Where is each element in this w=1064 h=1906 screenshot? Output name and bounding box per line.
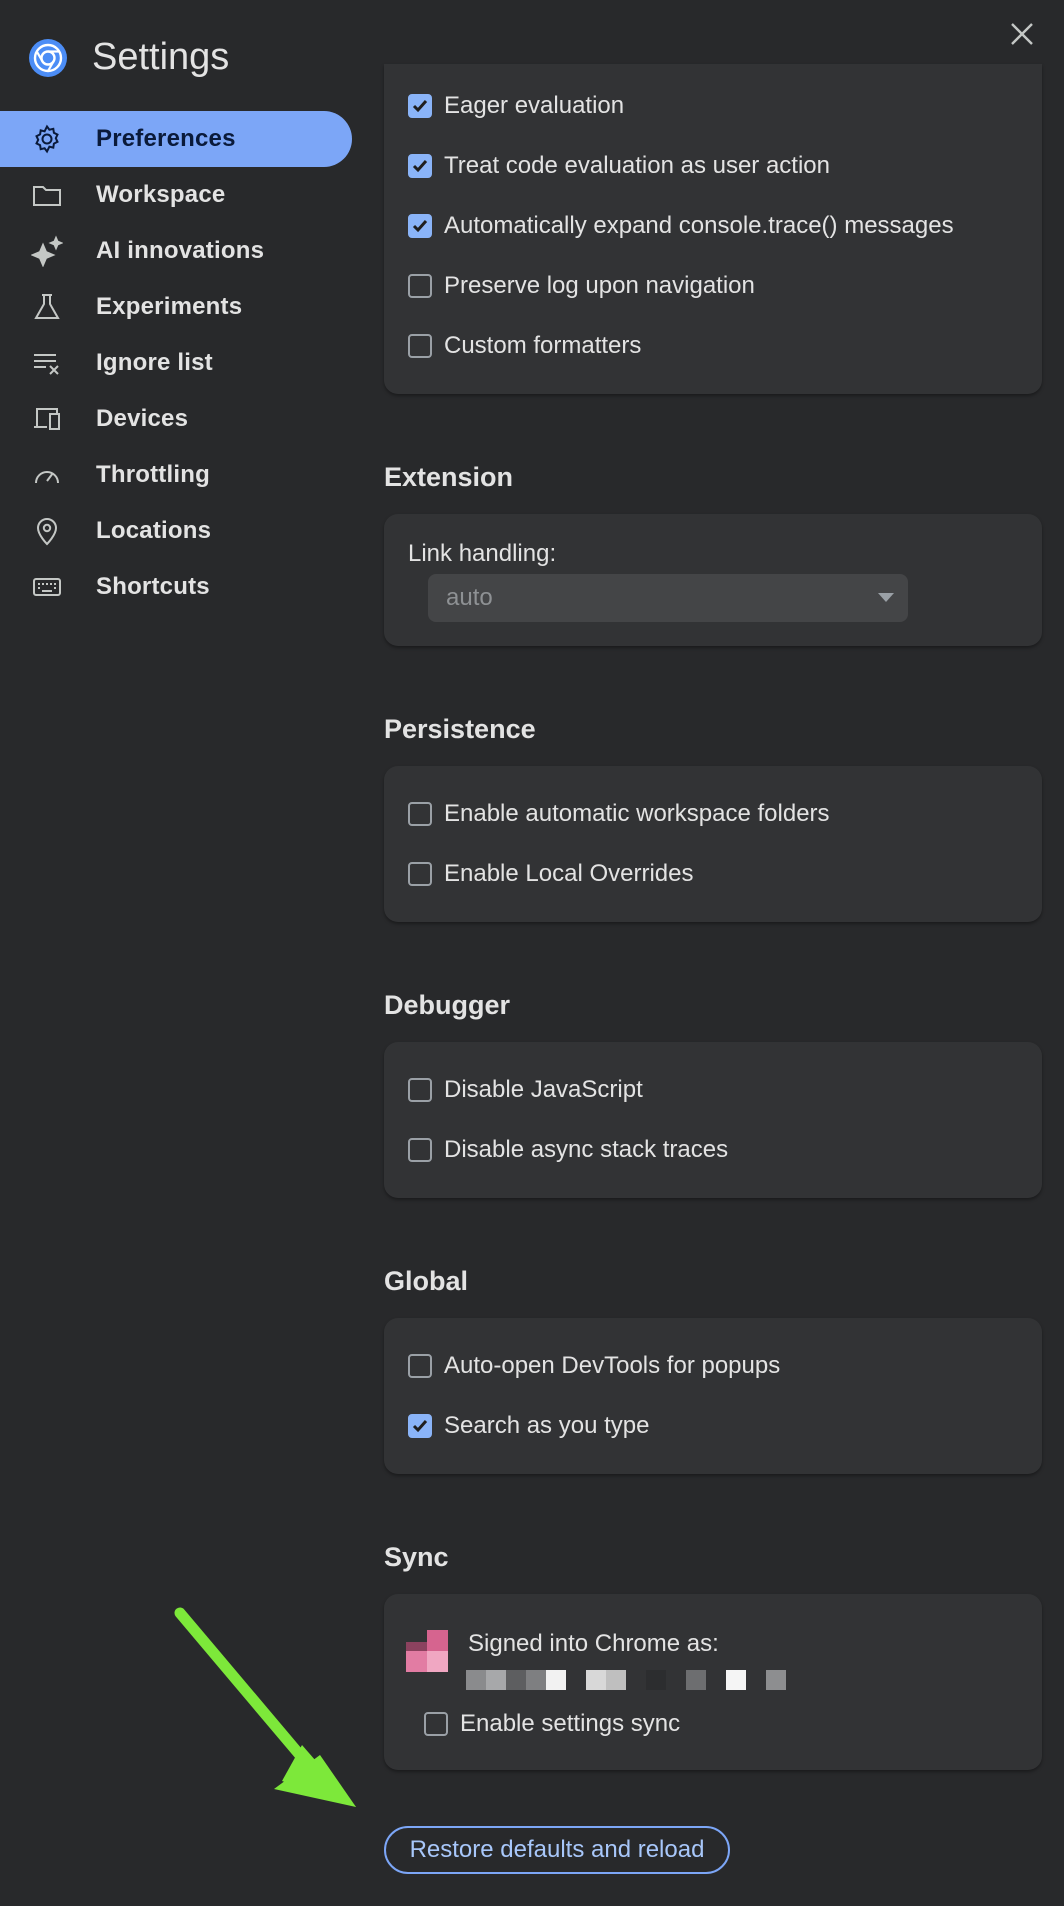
checkbox-unchecked-icon xyxy=(408,274,432,298)
checkbox-label: Search as you type xyxy=(444,1412,650,1439)
sidebar: Settings Preferences Workspace AI innova… xyxy=(0,0,360,1906)
automatic-workspace-folders-checkbox[interactable]: Enable automatic workspace folders xyxy=(408,796,830,832)
checkbox-label: Enable Local Overrides xyxy=(444,860,694,887)
redacted-email xyxy=(466,1670,786,1690)
checkbox-label: Auto-open DevTools for popups xyxy=(444,1352,781,1379)
sidebar-item-ai-innovations[interactable]: AI innovations xyxy=(0,223,352,279)
chrome-devtools-logo-icon xyxy=(29,38,67,77)
sparkle-icon xyxy=(30,234,64,268)
global-card: Auto-open DevTools for popups Search as … xyxy=(384,1318,1042,1474)
flask-icon xyxy=(30,290,64,324)
search-as-you-type-checkbox[interactable]: Search as you type xyxy=(408,1408,649,1444)
section-title-extension: Extension xyxy=(384,462,514,492)
settings-header: Settings xyxy=(28,36,229,79)
page-title: Settings xyxy=(92,36,230,78)
preserve-log-checkbox[interactable]: Preserve log upon navigation xyxy=(408,268,755,304)
debugger-card: Disable JavaScript Disable async stack t… xyxy=(384,1042,1042,1198)
checkbox-unchecked-icon xyxy=(408,862,432,886)
sidebar-item-devices[interactable]: Devices xyxy=(0,391,352,447)
auto-open-devtools-checkbox[interactable]: Auto-open DevTools for popups xyxy=(408,1348,780,1384)
select-value: auto xyxy=(446,584,493,611)
checkbox-unchecked-icon xyxy=(408,1138,432,1162)
sidebar-item-label: Shortcuts xyxy=(96,573,210,600)
checkbox-label: Disable async stack traces xyxy=(444,1136,729,1163)
ignore-list-icon xyxy=(30,346,64,380)
checkbox-checked-icon xyxy=(408,94,432,118)
sidebar-item-label: Devices xyxy=(96,405,189,432)
checkbox-checked-icon xyxy=(408,214,432,238)
sidebar-item-experiments[interactable]: Experiments xyxy=(0,279,352,335)
checkbox-checked-icon xyxy=(408,1414,432,1438)
checkbox-label: Eager evaluation xyxy=(444,92,625,119)
section-title-persistence: Persistence xyxy=(384,714,536,744)
sidebar-item-label: Experiments xyxy=(96,293,243,320)
extension-card: Link handling: auto xyxy=(384,514,1042,646)
sidebar-item-preferences[interactable]: Preferences xyxy=(0,111,352,167)
link-handling-select[interactable]: auto xyxy=(428,574,908,622)
enable-settings-sync-checkbox[interactable]: Enable settings sync xyxy=(424,1706,680,1742)
section-title-global: Global xyxy=(384,1266,469,1296)
close-button[interactable] xyxy=(1006,18,1038,50)
eager-evaluation-checkbox[interactable]: Eager evaluation xyxy=(408,88,624,124)
location-pin-icon xyxy=(30,514,64,548)
restore-defaults-label: Restore defaults and reload xyxy=(409,1836,705,1863)
sidebar-item-label: Ignore list xyxy=(96,349,213,376)
sidebar-item-label: AI innovations xyxy=(96,237,265,264)
section-title-sync: Sync xyxy=(384,1542,449,1572)
disable-javascript-checkbox[interactable]: Disable JavaScript xyxy=(408,1072,643,1108)
avatar xyxy=(406,1630,448,1672)
disable-async-stack-traces-checkbox[interactable]: Disable async stack traces xyxy=(408,1132,728,1168)
checkbox-unchecked-icon xyxy=(408,802,432,826)
checkbox-unchecked-icon xyxy=(408,334,432,358)
gear-icon xyxy=(30,122,64,156)
persistence-card: Enable automatic workspace folders Enabl… xyxy=(384,766,1042,922)
local-overrides-checkbox[interactable]: Enable Local Overrides xyxy=(408,856,693,892)
folder-icon xyxy=(30,178,64,212)
expand-console-trace-checkbox[interactable]: Automatically expand console.trace() mes… xyxy=(408,208,954,244)
checkbox-label: Preserve log upon navigation xyxy=(444,272,755,299)
signed-in-label: Signed into Chrome as: xyxy=(468,1630,719,1657)
devices-icon xyxy=(30,402,64,436)
checkbox-label: Treat code evaluation as user action xyxy=(444,152,831,179)
checkbox-unchecked-icon xyxy=(424,1712,448,1736)
sidebar-item-throttling[interactable]: Throttling xyxy=(0,447,352,503)
checkbox-label: Automatically expand console.trace() mes… xyxy=(444,212,954,239)
checkbox-label: Disable JavaScript xyxy=(444,1076,643,1103)
sidebar-nav: Preferences Workspace AI innovations Exp… xyxy=(0,111,352,615)
sidebar-item-ignore-list[interactable]: Ignore list xyxy=(0,335,352,391)
sidebar-item-label: Throttling xyxy=(96,461,210,488)
restore-defaults-button[interactable]: Restore defaults and reload xyxy=(384,1826,730,1874)
sidebar-item-shortcuts[interactable]: Shortcuts xyxy=(0,559,352,615)
sidebar-item-label: Locations xyxy=(96,517,212,544)
treat-code-evaluation-checkbox[interactable]: Treat code evaluation as user action xyxy=(408,148,830,184)
sidebar-item-locations[interactable]: Locations xyxy=(0,503,352,559)
section-title-debugger: Debugger xyxy=(384,990,511,1020)
checkbox-label: Custom formatters xyxy=(444,332,642,359)
sync-card: Signed into Chrome as: Enable settings s… xyxy=(384,1594,1042,1770)
checkbox-unchecked-icon xyxy=(408,1354,432,1378)
checkbox-label: Enable automatic workspace folders xyxy=(444,800,830,827)
sidebar-item-workspace[interactable]: Workspace xyxy=(0,167,352,223)
keyboard-icon xyxy=(30,570,64,604)
sidebar-item-label: Preferences xyxy=(96,125,236,152)
checkbox-unchecked-icon xyxy=(408,1078,432,1102)
close-icon xyxy=(1011,23,1033,45)
speedometer-icon xyxy=(30,458,64,492)
sidebar-item-label: Workspace xyxy=(96,181,226,208)
custom-formatters-checkbox[interactable]: Custom formatters xyxy=(408,328,641,364)
link-handling-label: Link handling: xyxy=(408,540,557,567)
checkbox-checked-icon xyxy=(408,154,432,178)
console-card: Eager evaluation Treat code evaluation a… xyxy=(384,64,1042,394)
chevron-down-icon xyxy=(878,593,894,602)
checkbox-label: Enable settings sync xyxy=(460,1710,681,1737)
